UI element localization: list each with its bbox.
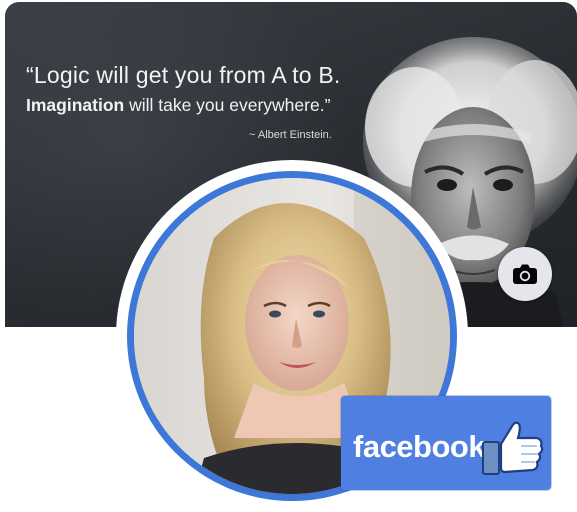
cover-quote-attribution: ~ Albert Einstein. bbox=[249, 129, 332, 141]
camera-icon bbox=[513, 264, 537, 284]
cover-quote-line-2: Imagination will take you everywhere.” bbox=[26, 95, 330, 116]
cover-quote-line-2-rest: will take you everywhere.” bbox=[124, 95, 331, 115]
cover-quote-line-1: “Logic will get you from A to B. bbox=[26, 62, 341, 88]
edit-cover-photo-button[interactable] bbox=[498, 247, 552, 301]
facebook-like-badge[interactable]: facebook bbox=[341, 396, 551, 490]
facebook-wordmark: facebook bbox=[353, 429, 486, 464]
cover-quote-emphasis: Imagination bbox=[26, 95, 125, 115]
thumbs-up-icon bbox=[482, 421, 544, 475]
